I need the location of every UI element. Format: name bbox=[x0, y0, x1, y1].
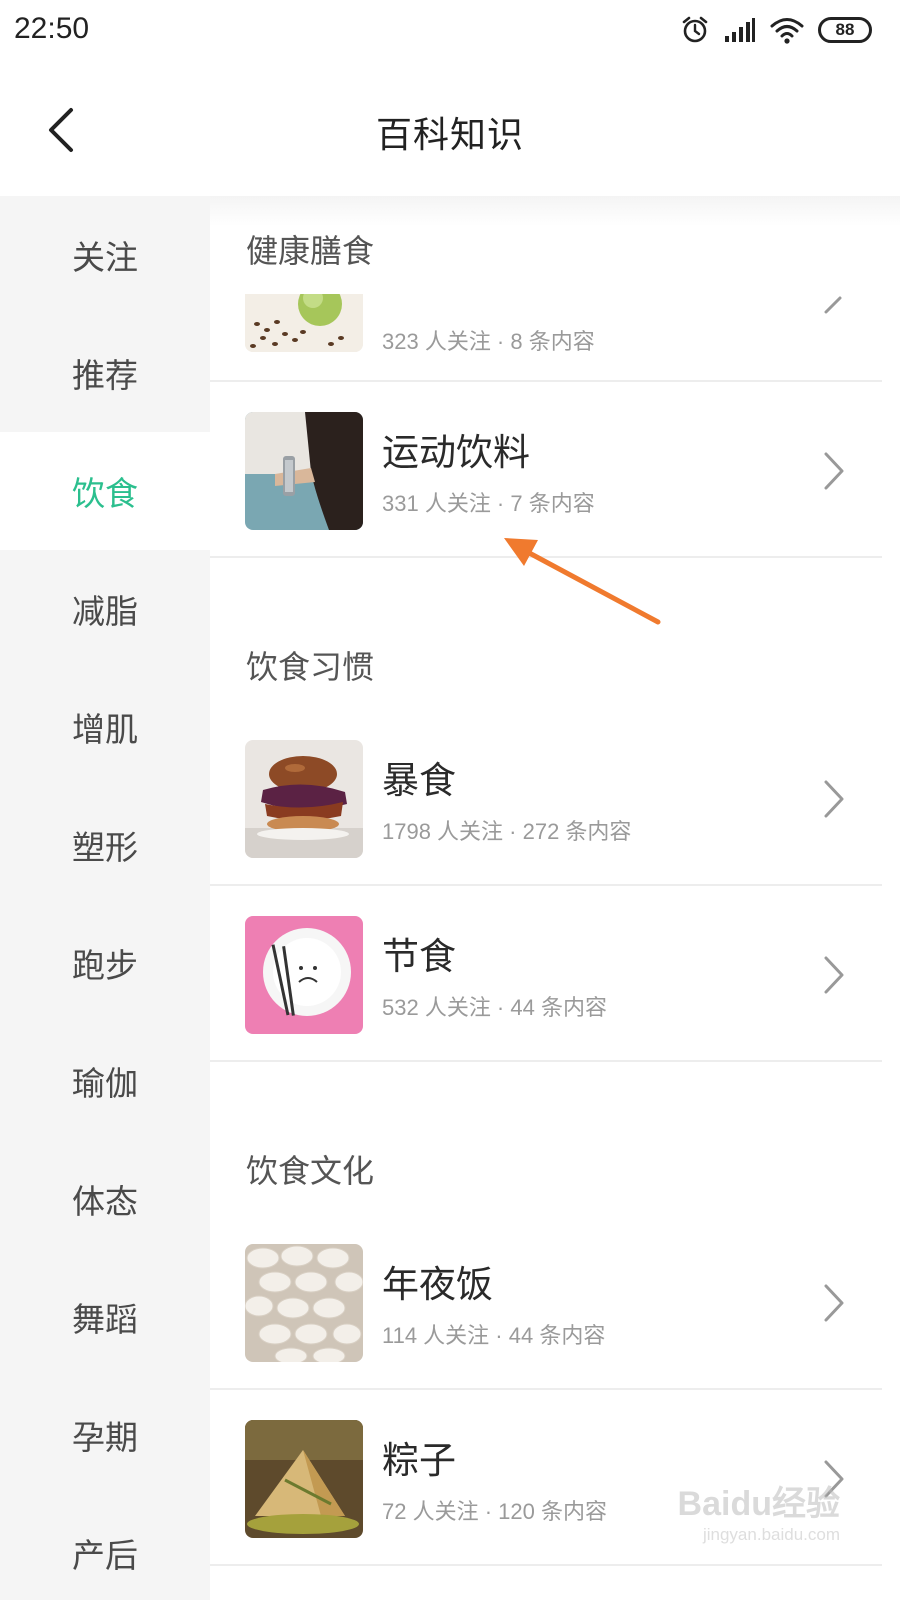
section-title: 饮食文化 bbox=[246, 1152, 375, 1190]
thumbnail-empty-plate bbox=[245, 916, 363, 1034]
sidebar-item-diet[interactable]: 饮食 bbox=[0, 432, 210, 550]
chevron-right-icon bbox=[824, 452, 844, 490]
item-stats: 331 人关注 · 7 条内容 bbox=[382, 491, 595, 516]
page-title: 百科知识 bbox=[375, 115, 524, 156]
sidebar-item-label: 体态 bbox=[72, 1182, 138, 1221]
item-stats: 323 人关注 · 8 条内容 bbox=[382, 329, 595, 354]
sidebar-item-label: 减脂 bbox=[72, 592, 138, 631]
chevron-right-icon bbox=[824, 956, 844, 994]
status-bar: 22:50 88 bbox=[0, 0, 900, 64]
sidebar-item-label: 增肌 bbox=[72, 710, 138, 749]
sidebar-item-label: 孕期 bbox=[72, 1418, 138, 1457]
watermark-url: jingyan.baidu.com bbox=[702, 1525, 840, 1544]
item-stats: 532 人关注 · 44 条内容 bbox=[382, 995, 607, 1020]
thumbnail-dumplings bbox=[245, 1244, 363, 1362]
watermark-logo: Baidu经验 bbox=[677, 1485, 840, 1523]
status-time: 22:50 bbox=[14, 12, 90, 45]
list-item[interactable]: 323 人关注 · 8 条内容 bbox=[210, 204, 882, 382]
item-stats: 114 人关注 · 44 条内容 bbox=[382, 1323, 606, 1348]
sidebar-item-follow[interactable]: 关注 bbox=[0, 196, 210, 314]
item-title: 粽子 bbox=[382, 1439, 456, 1482]
signal-icon bbox=[725, 18, 755, 42]
status-icons: 88 bbox=[680, 14, 872, 46]
item-stats: 72 人关注 · 120 条内容 bbox=[382, 1499, 607, 1524]
sidebar-item-recommend[interactable]: 推荐 bbox=[0, 314, 210, 432]
sidebar-item-fat-loss[interactable]: 减脂 bbox=[0, 550, 210, 668]
sidebar-item-posture[interactable]: 体态 bbox=[0, 1140, 210, 1258]
item-title: 运动饮料 bbox=[382, 431, 530, 474]
chevron-right-icon bbox=[824, 1284, 844, 1322]
alarm-icon bbox=[682, 16, 708, 43]
topic-list[interactable]: 健康膳食 323 人关注 · 8 条内容 运动饮料 331 人关注 · 7 条内… bbox=[210, 196, 900, 1600]
sidebar-item-label: 跑步 bbox=[72, 946, 138, 985]
list-item[interactable]: 节食 532 人关注 · 44 条内容 bbox=[210, 886, 882, 1062]
section-title: 饮食习惯 bbox=[246, 648, 375, 686]
item-title: 节食 bbox=[382, 935, 456, 978]
category-sidebar: 关注 推荐 饮食 减脂 增肌 塑形 跑步 瑜伽 体态 舞蹈 孕期 产后 bbox=[0, 196, 210, 1600]
thumbnail-sports-drink bbox=[245, 412, 363, 530]
sidebar-item-label: 关注 bbox=[72, 238, 138, 277]
sidebar-item-running[interactable]: 跑步 bbox=[0, 904, 210, 1022]
sidebar-item-label: 舞蹈 bbox=[72, 1300, 138, 1339]
sidebar-item-label: 瑜伽 bbox=[72, 1064, 138, 1103]
sidebar-item-muscle-gain[interactable]: 增肌 bbox=[0, 668, 210, 786]
item-title: 暴食 bbox=[382, 759, 456, 802]
sidebar-item-pregnancy[interactable]: 孕期 bbox=[0, 1376, 210, 1494]
wifi-icon bbox=[770, 18, 804, 44]
sidebar-item-shaping[interactable]: 塑形 bbox=[0, 786, 210, 904]
chevron-right-icon bbox=[824, 780, 844, 818]
thumbnail-pear-seeds bbox=[245, 294, 363, 352]
list-item[interactable]: 暴食 1798 人关注 · 272 条内容 bbox=[210, 710, 882, 886]
sidebar-item-dance[interactable]: 舞蹈 bbox=[0, 1258, 210, 1376]
sidebar-item-label: 产后 bbox=[72, 1536, 138, 1575]
sidebar-item-label: 推荐 bbox=[72, 356, 138, 395]
thumbnail-zongzi bbox=[245, 1420, 363, 1538]
chevron-right-icon bbox=[824, 296, 842, 314]
list-item[interactable]: 年夜饭 114 人关注 · 44 条内容 bbox=[210, 1214, 882, 1390]
annotation-arrow bbox=[504, 538, 661, 625]
thumbnail-burger bbox=[245, 740, 363, 858]
item-stats: 1798 人关注 · 272 条内容 bbox=[382, 819, 632, 844]
sidebar-item-postpartum[interactable]: 产后 bbox=[0, 1494, 210, 1600]
header: 百科知识 bbox=[0, 64, 900, 196]
sidebar-item-label: 塑形 bbox=[72, 828, 138, 867]
item-title: 年夜饭 bbox=[382, 1263, 493, 1306]
sidebar-item-label: 饮食 bbox=[72, 474, 138, 513]
watermark: Baidu经验 jingyan.baidu.com bbox=[678, 1476, 840, 1545]
battery-indicator: 88 bbox=[818, 17, 872, 43]
sidebar-item-yoga[interactable]: 瑜伽 bbox=[0, 1022, 210, 1140]
